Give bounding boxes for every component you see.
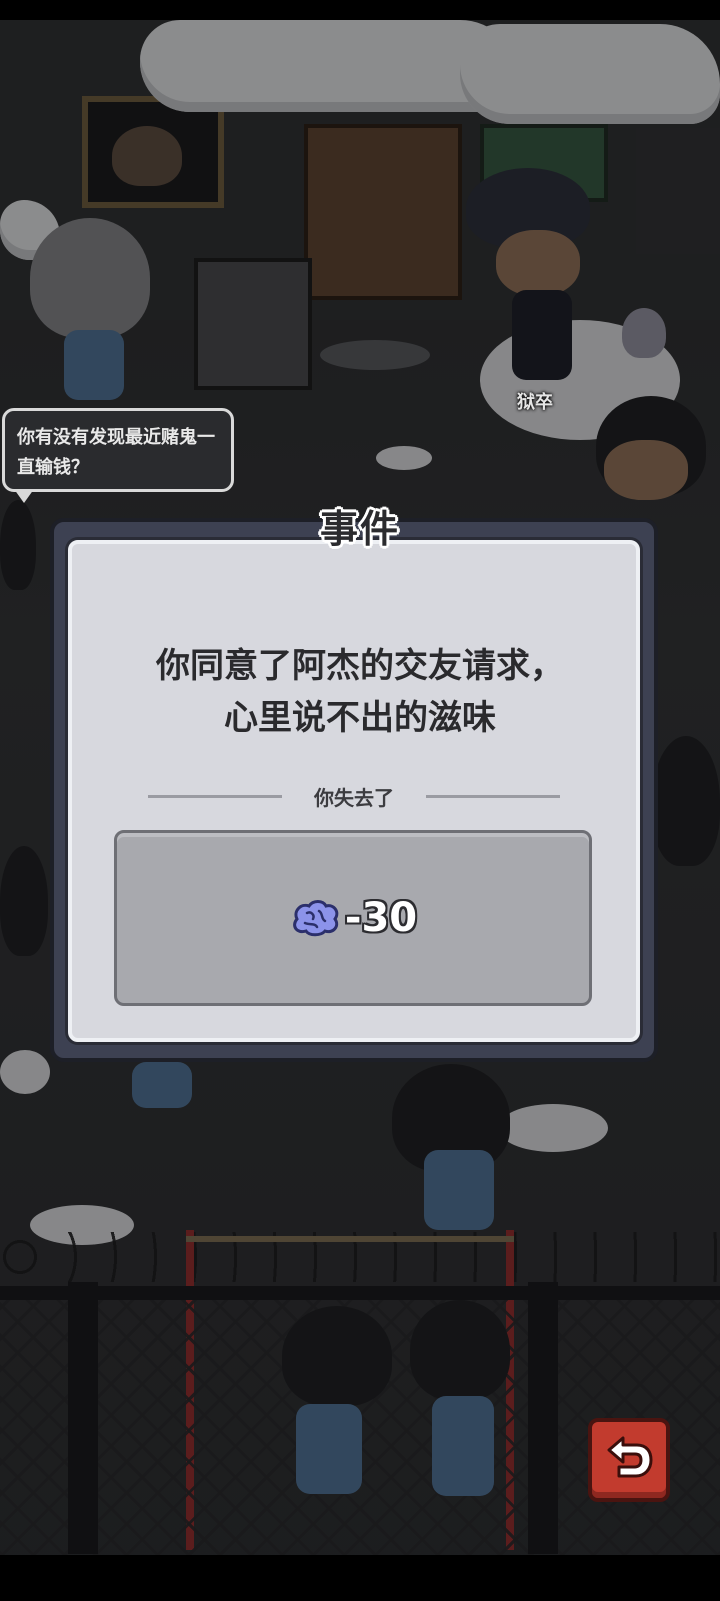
status-bar: [0, 0, 720, 20]
game-screen: 狱卒 你有没有发现最近赌鬼一直输钱？ 事件 你同意了阿杰的交友请求， 心里说不出…: [0, 0, 720, 1601]
prisoner-behind-fence-2[interactable]: [410, 1300, 510, 1400]
dialog-title: 事件: [319, 507, 400, 551]
old-prisoner[interactable]: [30, 218, 150, 338]
guard-name-label: 狱卒: [517, 392, 553, 413]
loss-value: -30: [344, 895, 418, 941]
loss-header-row: 你失去了: [148, 781, 560, 811]
cat-character[interactable]: [622, 308, 666, 358]
loss-header: 你失去了: [314, 785, 394, 810]
event-message: 你同意了阿杰的交友请求， 心里说不出的滋味: [64, 640, 656, 744]
prisoner-left-lower[interactable]: [0, 846, 48, 956]
girl-in-window: [112, 126, 182, 186]
return-arrow-icon: [603, 1432, 655, 1488]
brain-icon: [289, 899, 341, 937]
prisoner-behind-fence-1[interactable]: [282, 1306, 392, 1406]
navigation-bar: [0, 1555, 720, 1601]
back-button[interactable]: [588, 1418, 670, 1502]
npc-speech-bubble: 你有没有发现最近赌鬼一直输钱？: [2, 408, 234, 492]
divider-left: [148, 794, 282, 798]
supply-cart: [194, 258, 312, 390]
event-message-line-1: 你同意了阿杰的交友请求，: [156, 646, 564, 686]
event-message-line-2: 心里说不出的滋味: [224, 698, 496, 738]
loss-item-box: -30: [114, 830, 592, 1006]
prisoner-right-middle[interactable]: [652, 736, 720, 866]
prison-door: [304, 124, 462, 300]
divider-right: [426, 794, 560, 798]
